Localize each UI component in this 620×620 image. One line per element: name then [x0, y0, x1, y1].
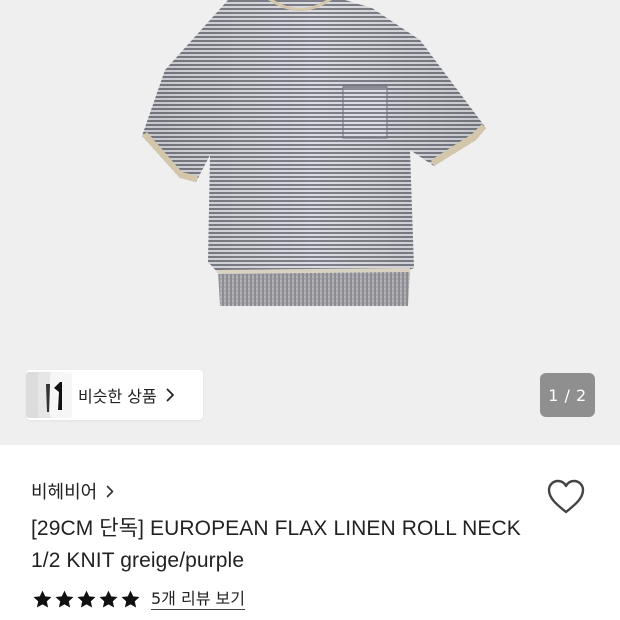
brand-name: 비헤비어 [31, 482, 98, 503]
gallery-page-counter: 1 / 2 [540, 373, 595, 417]
product-title-line: [29CM 단독] EUROPEAN FLAX LINEN ROLL NECK [31, 517, 521, 540]
chevron-right-icon [166, 388, 175, 402]
similar-products-button[interactable]: 비슷한 상품 [26, 370, 203, 420]
similar-thumbnails [26, 370, 72, 420]
rating-row: 5개 리뷰 보기 [32, 589, 245, 610]
product-title-line: 1/2 KNIT greige/purple [31, 549, 245, 572]
product-image-area[interactable]: 비슷한 상품 1 / 2 [0, 0, 620, 445]
star-icon [33, 590, 52, 608]
star-icon [55, 590, 74, 608]
chevron-right-icon [106, 485, 114, 498]
review-link[interactable]: 5개 리뷰 보기 [151, 589, 245, 610]
star-rating [32, 589, 141, 610]
product-title: [29CM 단독] EUROPEAN FLAX LINEN ROLL NECK … [31, 513, 551, 577]
similar-thumbnail [50, 372, 72, 418]
star-icon [99, 590, 118, 608]
similar-products-label: 비슷한 상품 [78, 387, 157, 406]
star-icon [77, 590, 96, 608]
wishlist-button[interactable] [546, 478, 586, 516]
brand-link[interactable]: 비헤비어 [31, 478, 114, 504]
heart-outline-icon [547, 479, 585, 514]
star-icon [121, 590, 140, 608]
